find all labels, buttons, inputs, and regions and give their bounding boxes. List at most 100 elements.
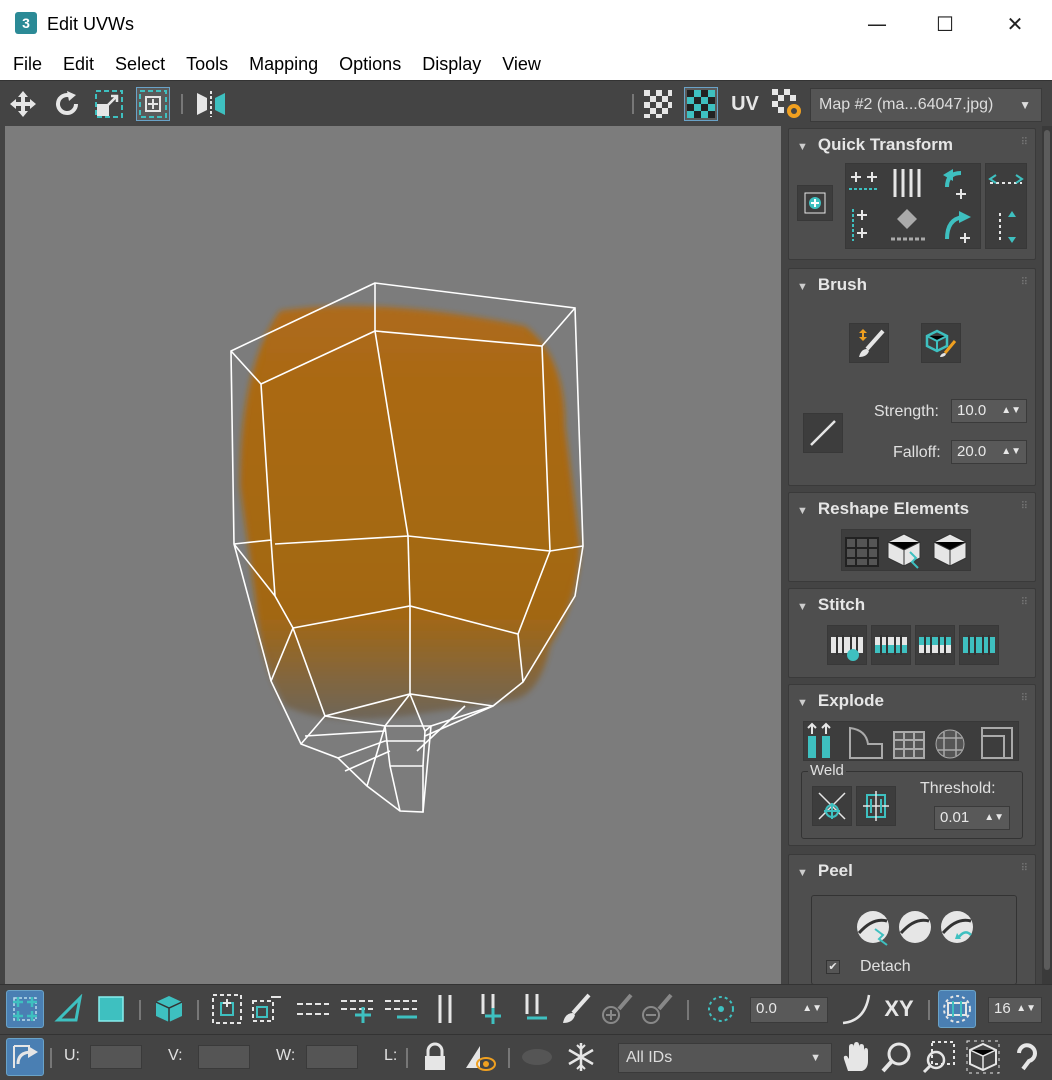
strength-spinner[interactable]: 10.0 ▲▼ xyxy=(951,399,1027,423)
limit-selection-icon xyxy=(943,995,971,1023)
quick-transform-header[interactable]: ▼ Quick Transform xyxy=(797,135,953,155)
stitch-average-button[interactable] xyxy=(959,625,999,665)
space-icons xyxy=(988,174,1024,243)
u-field[interactable] xyxy=(90,1045,142,1069)
rotate-tool-button[interactable] xyxy=(50,87,84,121)
absolute-offset-button[interactable] xyxy=(6,1038,44,1076)
menu-tools[interactable]: Tools xyxy=(186,54,228,75)
ring-select-button[interactable] xyxy=(426,990,464,1028)
ring-grow-button[interactable] xyxy=(470,990,508,1028)
reshape-elements-header[interactable]: ▼ Reshape Elements xyxy=(797,499,969,519)
ring-shrink-button[interactable] xyxy=(514,990,552,1028)
brush-header[interactable]: ▼ Brush xyxy=(797,275,867,295)
app-icon: 3 xyxy=(15,12,37,34)
checker-pattern-button[interactable] xyxy=(641,87,675,121)
menu-select[interactable]: Select xyxy=(115,54,165,75)
paint-select-button[interactable] xyxy=(556,990,594,1028)
u-label: U: xyxy=(64,1047,80,1064)
material-id-value: All IDs xyxy=(626,1049,673,1066)
menu-options[interactable]: Options xyxy=(339,54,401,75)
menu-view[interactable]: View xyxy=(502,54,541,75)
uv-viewport[interactable] xyxy=(5,126,781,984)
falloff-distance-spinner[interactable]: 0.0 ▲▼ xyxy=(750,997,828,1023)
loop-shrink-icon xyxy=(385,1000,417,1019)
map-dropdown[interactable]: Map #2 (ma...64047.jpg) ▼ xyxy=(810,88,1042,122)
help-button[interactable] xyxy=(1008,1038,1046,1076)
brush-minus-icon xyxy=(642,993,673,1024)
element-mode-button[interactable] xyxy=(150,990,188,1028)
snowflake-icon xyxy=(568,1043,594,1071)
vertex-mode-button[interactable] xyxy=(6,990,44,1028)
falloff-curve-button[interactable] xyxy=(803,413,843,453)
explode-header[interactable]: ▼ Explode xyxy=(797,691,884,711)
v-label: V: xyxy=(168,1047,183,1064)
grow-selection-button[interactable] xyxy=(208,990,246,1028)
threshold-spinner[interactable]: 0.01 ▲▼ xyxy=(934,806,1010,830)
falloff-space-button[interactable]: XY xyxy=(880,990,918,1028)
menu-file[interactable]: File xyxy=(13,54,42,75)
show-map-button[interactable] xyxy=(684,87,718,121)
relax-brush-button[interactable] xyxy=(921,323,961,363)
falloff-type-button[interactable] xyxy=(838,990,876,1028)
material-id-dropdown[interactable]: All IDs ▼ xyxy=(618,1043,832,1073)
lock-selection-button[interactable] xyxy=(416,1038,454,1076)
shrink-selection-button[interactable] xyxy=(248,990,286,1028)
zoom-region-button[interactable] xyxy=(920,1038,958,1076)
map-settings-button[interactable] xyxy=(770,87,804,121)
filter-selected-faces-button[interactable] xyxy=(460,1038,498,1076)
scrollbar-thumb[interactable] xyxy=(1044,130,1050,970)
zoom-button[interactable] xyxy=(878,1038,916,1076)
menu-mapping[interactable]: Mapping xyxy=(249,54,318,75)
loop-shrink-button[interactable] xyxy=(382,990,420,1028)
minimize-button[interactable]: — xyxy=(842,0,912,48)
threshold-value: 0.01 xyxy=(940,809,970,826)
paint-move-button[interactable] xyxy=(849,323,889,363)
loop-grow-button[interactable] xyxy=(338,990,376,1028)
align-tools-group xyxy=(845,163,981,249)
mirror-tool-button[interactable] xyxy=(194,87,228,121)
move-tool-button[interactable] xyxy=(6,87,40,121)
stitch-header[interactable]: ▼ Stitch xyxy=(797,595,865,615)
freeze-button[interactable] xyxy=(562,1038,600,1076)
zoom-extents-button[interactable] xyxy=(964,1038,1002,1076)
maximize-button[interactable]: ☐ xyxy=(910,0,980,48)
edge-distance-spinner[interactable]: 16 ▲▼ xyxy=(988,997,1042,1023)
close-button[interactable]: ✕ xyxy=(980,0,1050,48)
face-mode-button[interactable] xyxy=(92,990,130,1028)
menu-edit[interactable]: Edit xyxy=(63,54,94,75)
reshape-elements-rollout: ▼ Reshape Elements ⠿ xyxy=(788,492,1036,582)
freeform-tool-button[interactable] xyxy=(136,87,170,121)
edge-mode-button[interactable] xyxy=(50,990,88,1028)
paint-select-shrink-button[interactable] xyxy=(638,990,676,1028)
peel-header[interactable]: ▼ Peel xyxy=(797,861,853,881)
uv-canvas xyxy=(230,282,584,813)
map-dropdown-value: Map #2 (ma...64047.jpg) xyxy=(819,96,994,113)
move-icon xyxy=(10,91,36,117)
scale-tool-button[interactable] xyxy=(92,87,126,121)
v-field[interactable] xyxy=(198,1045,250,1069)
weld-group: Weld Threshold: 0.01 ▲▼ xyxy=(801,762,1023,839)
uv-toggle-button[interactable]: UV xyxy=(728,87,762,121)
soft-selection-button[interactable] xyxy=(702,990,740,1028)
pivot-button[interactable] xyxy=(797,185,833,221)
paint-select-grow-button[interactable] xyxy=(598,990,636,1028)
panel-scrollbar[interactable] xyxy=(1042,126,1052,984)
pan-button[interactable] xyxy=(836,1038,874,1076)
edge-distance-value: 16 xyxy=(994,1000,1011,1017)
falloff-spinner[interactable]: 20.0 ▲▼ xyxy=(951,440,1027,464)
grow-selection-icon xyxy=(212,994,242,1024)
loop-select-button[interactable] xyxy=(294,990,332,1028)
menu-display[interactable]: Display xyxy=(422,54,481,75)
hide-button[interactable] xyxy=(518,1038,556,1076)
falloff-value: 20.0 xyxy=(957,443,987,460)
w-field[interactable] xyxy=(306,1045,358,1069)
stitch-source-button[interactable] xyxy=(871,625,911,665)
stitch-target-button[interactable] xyxy=(915,625,955,665)
detach-checkbox[interactable]: ✔ xyxy=(826,960,840,974)
weld-all-icon xyxy=(863,791,889,821)
weld-all-button[interactable] xyxy=(856,786,896,826)
collapse-icon: ▼ xyxy=(797,601,808,613)
stitch-custom-button[interactable] xyxy=(827,625,867,665)
weld-selected-button[interactable] xyxy=(812,786,852,826)
limit-soft-selection-button[interactable] xyxy=(938,990,976,1028)
